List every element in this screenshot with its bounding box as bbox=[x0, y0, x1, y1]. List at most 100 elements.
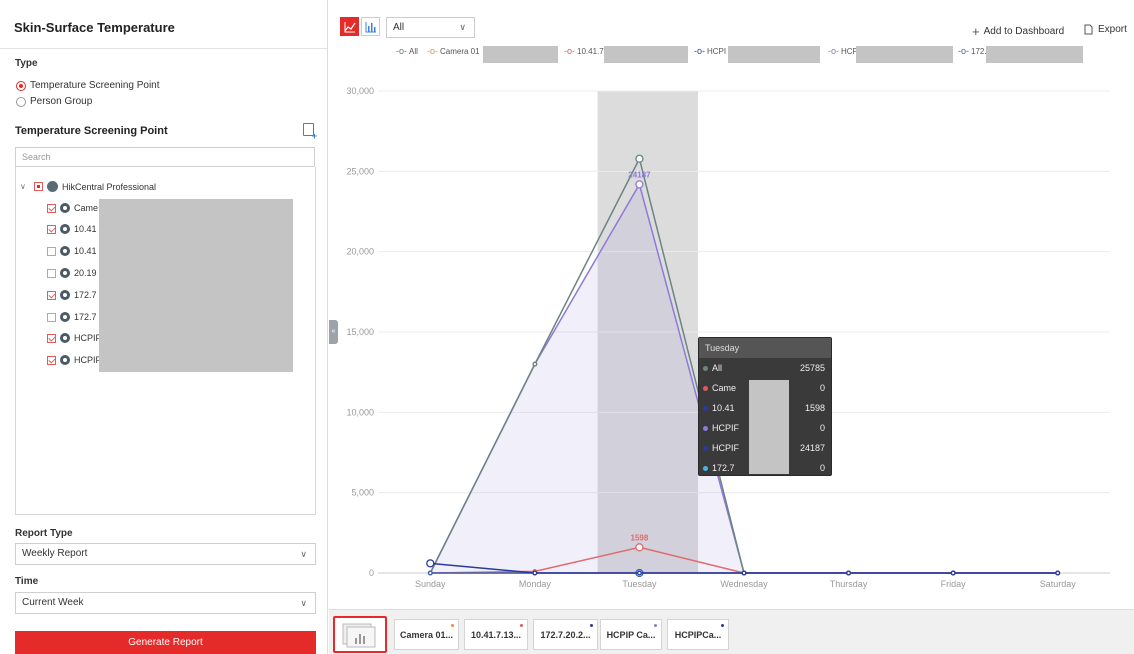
search-input[interactable]: Search bbox=[15, 147, 315, 167]
thumbnail-item[interactable]: HCPIPCa... bbox=[667, 619, 729, 650]
tree-item[interactable]: 10.41 bbox=[47, 224, 97, 234]
thumbnail-item[interactable]: 10.41.7.13... bbox=[464, 619, 528, 650]
report-type-select[interactable]: Weekly Report ∨ bbox=[15, 543, 316, 565]
tree-item[interactable]: 20.19 bbox=[47, 268, 97, 278]
left-panel: Skin-Surface Temperature Type Temperatur… bbox=[0, 0, 328, 654]
tree-item[interactable]: HCPIF bbox=[47, 355, 101, 365]
tree-root[interactable]: ∨ HikCentral Professional bbox=[20, 181, 156, 192]
data-point bbox=[635, 154, 644, 163]
report-type-label: Report Type bbox=[15, 528, 73, 539]
tree-item-label: Came bbox=[74, 203, 99, 213]
y-tick-label: 15,000 bbox=[346, 327, 374, 337]
y-tick-label: 20,000 bbox=[346, 247, 374, 257]
series-dot-icon bbox=[703, 385, 708, 391]
data-point bbox=[635, 543, 644, 552]
redaction-block bbox=[483, 46, 558, 63]
y-tick-label: 5,000 bbox=[351, 488, 374, 498]
tree-item-checkbox[interactable] bbox=[47, 224, 56, 234]
series-filter-dropdown[interactable]: All ∨ bbox=[386, 17, 475, 38]
tree-item[interactable]: 172.7 bbox=[47, 290, 97, 300]
add-to-dashboard-label: Add to Dashboard bbox=[983, 26, 1065, 37]
legend-marker-icon: -o- bbox=[828, 46, 839, 56]
redaction-block bbox=[99, 199, 293, 372]
legend-item-all[interactable]: -o- All bbox=[396, 46, 418, 56]
tooltip-row-value: 1598 bbox=[804, 403, 825, 413]
tooltip-row-label: 10.41 bbox=[712, 403, 735, 413]
time-value: Current Week bbox=[22, 597, 84, 608]
export-button[interactable]: Export bbox=[1083, 24, 1127, 35]
thumbnail-item[interactable]: 172.7.20.2... bbox=[533, 619, 598, 650]
tree-item[interactable]: HCPIF bbox=[47, 333, 101, 343]
radio-person-group[interactable]: Person Group bbox=[16, 96, 92, 107]
series-dot-icon bbox=[703, 425, 708, 431]
data-label: 24187 bbox=[628, 170, 651, 179]
legend-label: Camera 01 bbox=[440, 46, 480, 56]
export-icon bbox=[1084, 24, 1093, 35]
data-point bbox=[426, 559, 435, 568]
legend-label: 172. bbox=[971, 46, 987, 56]
data-point bbox=[532, 570, 538, 576]
series-dot-icon bbox=[520, 624, 523, 627]
bar-chart-button[interactable] bbox=[361, 17, 380, 36]
tooltip-row-label: All bbox=[712, 363, 723, 373]
camera-icon bbox=[60, 312, 70, 322]
tree-item-checkbox[interactable] bbox=[47, 246, 56, 256]
report-type-value: Weekly Report bbox=[22, 548, 88, 559]
legend-item-hcpi[interactable]: -o- HCPI bbox=[694, 46, 726, 56]
legend-marker-icon: -o- bbox=[427, 46, 438, 56]
data-label: 1598 bbox=[631, 533, 649, 542]
screening-point-title: Temperature Screening Point bbox=[15, 125, 168, 137]
thumbnail-overview[interactable] bbox=[333, 616, 387, 653]
camera-icon bbox=[60, 355, 70, 365]
tooltip-row: All 25785 bbox=[703, 358, 825, 378]
chevron-down-icon[interactable]: ∨ bbox=[20, 182, 30, 191]
radio-label: Person Group bbox=[30, 96, 93, 107]
tree-item[interactable]: 10.41 bbox=[47, 246, 97, 256]
time-select[interactable]: Current Week ∨ bbox=[15, 592, 316, 614]
tree-item-label: 10.41 bbox=[74, 224, 97, 234]
tree-item-checkbox[interactable] bbox=[47, 268, 56, 278]
add-screening-point-icon[interactable] bbox=[303, 123, 317, 141]
camera-icon bbox=[60, 203, 70, 213]
tree-item-checkbox[interactable] bbox=[47, 203, 56, 213]
chevron-down-icon: ∨ bbox=[459, 22, 466, 32]
legend-marker-icon: -o- bbox=[694, 46, 705, 56]
add-to-dashboard-button[interactable]: + Add to Dashboard bbox=[972, 24, 1064, 39]
legend-item-hcp[interactable]: -o- HCP bbox=[828, 46, 858, 56]
tree-root-checkbox[interactable] bbox=[34, 182, 43, 191]
camera-icon bbox=[60, 246, 70, 256]
thumbnail-label: HCPIP Ca... bbox=[606, 630, 656, 640]
legend-item-172[interactable]: -o- 172. bbox=[958, 46, 987, 56]
tooltip-row-label: 172.7 bbox=[712, 463, 735, 473]
tree-item-checkbox[interactable] bbox=[47, 355, 56, 365]
y-tick-label: 25,000 bbox=[346, 166, 374, 176]
tooltip-row-label: HCPIF bbox=[712, 443, 739, 453]
tree-item-checkbox[interactable] bbox=[47, 333, 56, 343]
x-tick-label: Monday bbox=[519, 579, 552, 589]
series-dot-icon bbox=[703, 465, 708, 471]
generate-report-button[interactable]: Generate Report bbox=[15, 631, 316, 654]
tree-item-checkbox[interactable] bbox=[47, 290, 56, 300]
legend-item-10-41[interactable]: -o- 10.41.7 bbox=[564, 46, 604, 56]
data-point bbox=[532, 361, 538, 367]
tree-item-checkbox[interactable] bbox=[47, 312, 56, 322]
bar-chart-icon bbox=[365, 21, 376, 32]
tree-item[interactable]: 172.7 bbox=[47, 312, 97, 322]
tree-item[interactable]: Came bbox=[47, 203, 98, 213]
thumbnail-item[interactable]: HCPIP Ca... bbox=[600, 619, 662, 650]
redaction-block bbox=[728, 46, 820, 63]
tooltip-row-label: Came bbox=[712, 383, 737, 393]
legend-item-camera[interactable]: -o- Camera 01 bbox=[427, 46, 480, 56]
tooltip-row-label: HCPIF bbox=[712, 423, 739, 433]
chart-tooltip: Tuesday All 25785 Came 0 10.41 1598 HCPI… bbox=[698, 337, 832, 476]
line-chart-button[interactable] bbox=[340, 17, 359, 36]
camera-icon bbox=[60, 290, 70, 300]
overview-chart-icon bbox=[342, 623, 376, 648]
time-label: Time bbox=[15, 576, 39, 587]
thumbnail-item[interactable]: Camera 01... bbox=[394, 619, 459, 650]
x-tick-label: Tuesday bbox=[622, 579, 657, 589]
y-tick-label: 0 bbox=[369, 568, 374, 578]
radio-temperature-screening-point[interactable]: Temperature Screening Point bbox=[16, 80, 160, 91]
y-tick-label: 30,000 bbox=[346, 86, 374, 96]
series-dot-icon bbox=[703, 445, 708, 451]
